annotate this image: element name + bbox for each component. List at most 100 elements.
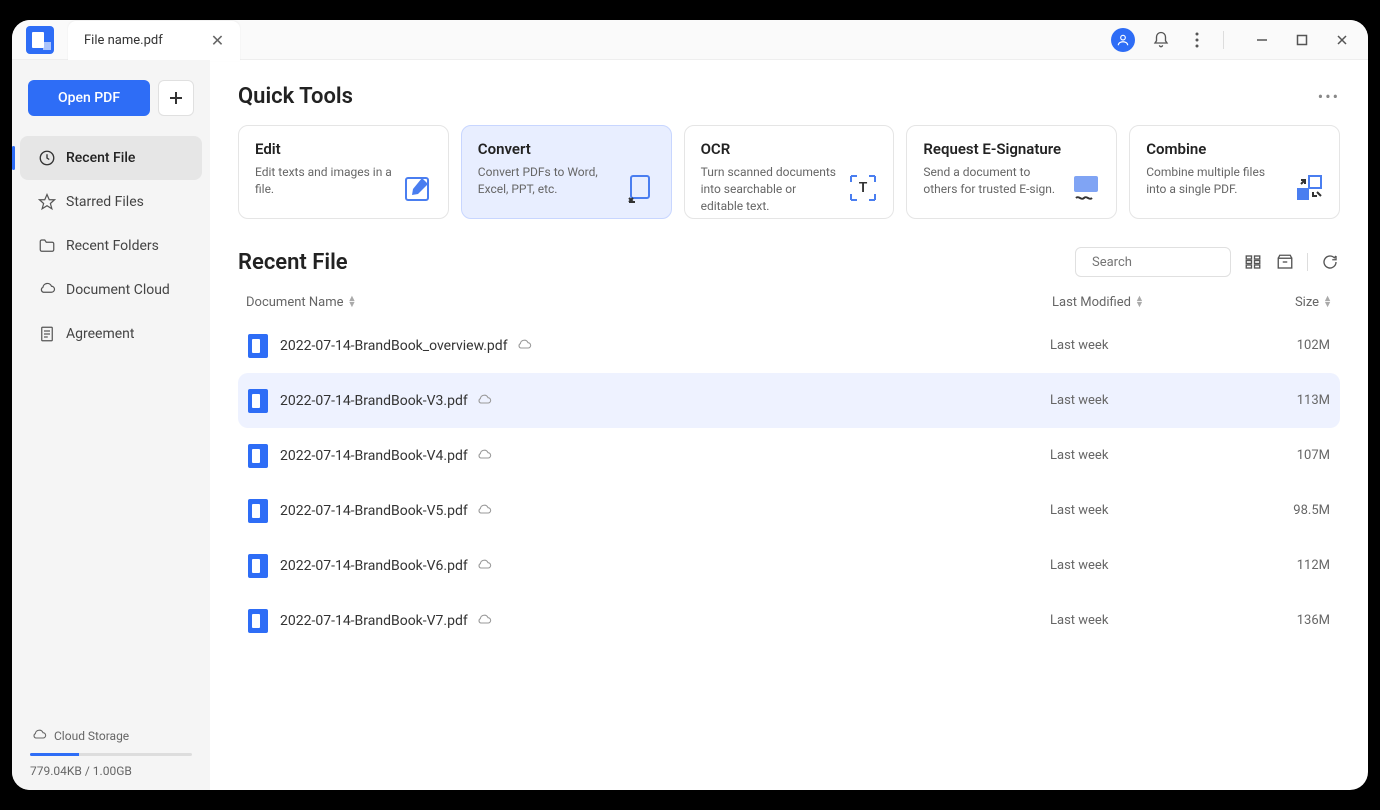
- pdf-file-icon: [248, 499, 268, 523]
- file-size: 136M: [1250, 613, 1330, 628]
- file-modified: Last week: [1050, 503, 1250, 518]
- pdf-file-icon: [248, 334, 268, 358]
- cloud-icon: [38, 281, 56, 299]
- file-row[interactable]: 2022-07-14-BrandBook-V3.pdf Last week113…: [238, 373, 1340, 428]
- quick-tools-title: Quick Tools: [238, 84, 353, 109]
- file-name: 2022-07-14-BrandBook-V5.pdf: [280, 503, 1050, 519]
- column-last-modified[interactable]: Last Modified▲▼: [1052, 295, 1252, 310]
- cloud-icon: [30, 727, 48, 745]
- cloud-sync-icon: [476, 393, 492, 409]
- file-row[interactable]: 2022-07-14-BrandBook-V7.pdf Last week136…: [238, 593, 1340, 648]
- file-size: 107M: [1250, 448, 1330, 463]
- sidebar-item-label: Starred Files: [66, 194, 144, 210]
- maximize-icon[interactable]: [1292, 30, 1312, 50]
- column-document-name[interactable]: Document Name▲▼: [246, 295, 1052, 310]
- app-logo-icon: [26, 26, 54, 54]
- file-size: 113M: [1250, 393, 1330, 408]
- app-window: File name.pdf ✕ Open PDF: [12, 20, 1368, 790]
- tool-description: Combine multiple files into a single PDF…: [1146, 164, 1286, 198]
- file-name: 2022-07-14-BrandBook-V4.pdf: [280, 448, 1050, 464]
- file-modified: Last week: [1050, 338, 1250, 353]
- sidebar-item-label: Recent Folders: [66, 238, 159, 254]
- file-modified: Last week: [1050, 448, 1250, 463]
- search-input-container[interactable]: [1075, 247, 1231, 277]
- sidebar-item-label: Recent File: [66, 150, 135, 166]
- pdf-file-icon: [248, 554, 268, 578]
- cloud-sync-icon: [476, 448, 492, 464]
- cloud-sync-icon: [516, 338, 532, 354]
- column-size[interactable]: Size▲▼: [1252, 295, 1332, 310]
- sidebar-item-label: Document Cloud: [66, 282, 170, 298]
- tool-icon: [1293, 172, 1325, 204]
- file-modified: Last week: [1050, 558, 1250, 573]
- file-row[interactable]: 2022-07-14-BrandBook-V4.pdf Last week107…: [238, 428, 1340, 483]
- file-row[interactable]: 2022-07-14-BrandBook-V6.pdf Last week112…: [238, 538, 1340, 593]
- pdf-file-icon: [248, 444, 268, 468]
- close-window-icon[interactable]: [1332, 30, 1352, 50]
- open-pdf-button[interactable]: Open PDF: [28, 80, 150, 116]
- tool-description: Turn scanned documents into searchable o…: [701, 164, 841, 214]
- titlebar-controls: [1111, 28, 1368, 52]
- list-view-icon[interactable]: [1243, 252, 1263, 272]
- sidebar-item-recent-file[interactable]: Recent File: [20, 136, 202, 180]
- sidebar-item-document-cloud[interactable]: Document Cloud: [20, 268, 202, 312]
- archive-icon[interactable]: [1275, 252, 1295, 272]
- storage-usage-text: 779.04KB / 1.00GB: [30, 764, 192, 778]
- document-icon: [38, 325, 56, 343]
- tab-title: File name.pdf: [84, 33, 163, 48]
- svg-text:T: T: [859, 180, 868, 196]
- tool-card-ocr[interactable]: OCR Turn scanned documents into searchabl…: [684, 125, 895, 219]
- file-row[interactable]: 2022-07-14-BrandBook_overview.pdf Last w…: [238, 318, 1340, 373]
- recent-file-title: Recent File: [238, 250, 348, 275]
- tool-icon: [1070, 172, 1102, 204]
- tool-title: Edit: [255, 140, 432, 158]
- file-row[interactable]: 2022-07-14-BrandBook-V5.pdf Last week98.…: [238, 483, 1340, 538]
- user-avatar-icon[interactable]: [1111, 28, 1135, 52]
- tool-icon: T: [847, 172, 879, 204]
- document-tab[interactable]: File name.pdf ✕: [68, 21, 240, 61]
- tool-title: OCR: [701, 140, 878, 158]
- minimize-icon[interactable]: [1252, 30, 1272, 50]
- storage-label: Cloud Storage: [54, 729, 129, 743]
- tool-card-combine[interactable]: Combine Combine multiple files into a sin…: [1129, 125, 1340, 219]
- tool-card-convert[interactable]: ConvertConvert PDFs to Word, Excel, PPT,…: [461, 125, 672, 219]
- divider: [1223, 31, 1224, 49]
- tool-title: Convert: [478, 140, 655, 158]
- pdf-file-icon: [248, 389, 268, 413]
- cloud-sync-icon: [476, 613, 492, 629]
- file-size: 98.5M: [1250, 503, 1330, 518]
- file-name: 2022-07-14-BrandBook-V3.pdf: [280, 393, 1050, 409]
- refresh-icon[interactable]: [1320, 252, 1340, 272]
- sidebar-item-recent-folders[interactable]: Recent Folders: [20, 224, 202, 268]
- file-name: 2022-07-14-BrandBook-V7.pdf: [280, 613, 1050, 629]
- search-input[interactable]: [1092, 255, 1258, 270]
- sort-icon: ▲▼: [348, 297, 357, 308]
- sidebar-item-starred-files[interactable]: Starred Files: [20, 180, 202, 224]
- tool-icon: [625, 172, 657, 204]
- close-tab-icon[interactable]: ✕: [211, 31, 224, 50]
- sidebar: Open PDF Recent File Starred Files Recen…: [12, 60, 210, 790]
- sort-icon: ▲▼: [1323, 297, 1332, 308]
- file-size: 112M: [1250, 558, 1330, 573]
- tool-description: Edit texts and images in a file.: [255, 164, 395, 198]
- sidebar-item-agreement[interactable]: Agreement: [20, 312, 202, 356]
- folder-icon: [38, 237, 56, 255]
- titlebar: File name.pdf ✕: [12, 20, 1368, 60]
- bell-icon[interactable]: [1151, 30, 1171, 50]
- clock-icon: [38, 149, 56, 167]
- more-icon[interactable]: •••: [1318, 87, 1340, 106]
- sort-icon: ▲▼: [1135, 297, 1144, 308]
- app-icon-container: [12, 20, 68, 60]
- table-header: Document Name▲▼ Last Modified▲▼ Size▲▼: [238, 287, 1340, 318]
- new-file-button[interactable]: [158, 80, 194, 116]
- cloud-sync-icon: [476, 558, 492, 574]
- file-size: 102M: [1250, 338, 1330, 353]
- tool-icon: [402, 172, 434, 204]
- sidebar-item-label: Agreement: [66, 326, 134, 342]
- tool-description: Send a document to others for trusted E-…: [923, 164, 1063, 198]
- tool-title: Combine: [1146, 140, 1323, 158]
- tool-card-request-e-signature[interactable]: Request E-SignatureSend a document to ot…: [906, 125, 1117, 219]
- divider: [1307, 253, 1308, 271]
- tool-card-edit[interactable]: Edit Edit texts and images in a file.: [238, 125, 449, 219]
- kebab-menu-icon[interactable]: [1187, 30, 1207, 50]
